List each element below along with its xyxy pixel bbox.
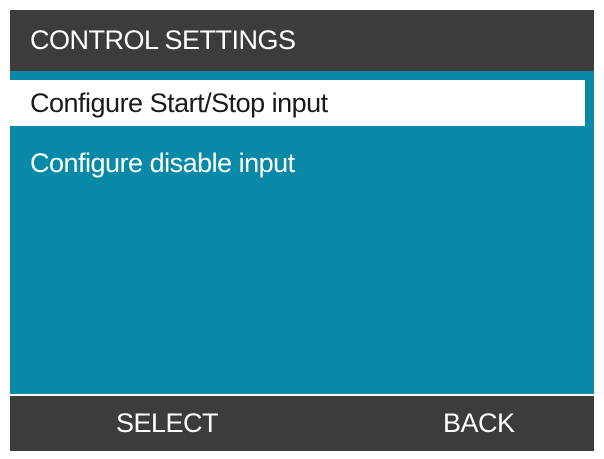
menu-item-label: Configure Start/Stop input [30,88,328,118]
display-screen: CONTROL SETTINGS Configure Start/Stop in… [10,10,594,451]
settings-menu: Configure Start/Stop input Configure dis… [10,80,594,186]
page-title: CONTROL SETTINGS [10,10,594,71]
menu-item-configure-disable-input[interactable]: Configure disable input [10,140,594,186]
select-button[interactable]: SELECT [116,396,219,451]
menu-item-label: Configure disable input [30,148,295,178]
back-button[interactable]: BACK [443,396,515,451]
menu-item-configure-start-stop-input[interactable]: Configure Start/Stop input [10,80,585,126]
softkey-bar: SELECT BACK [10,396,594,451]
